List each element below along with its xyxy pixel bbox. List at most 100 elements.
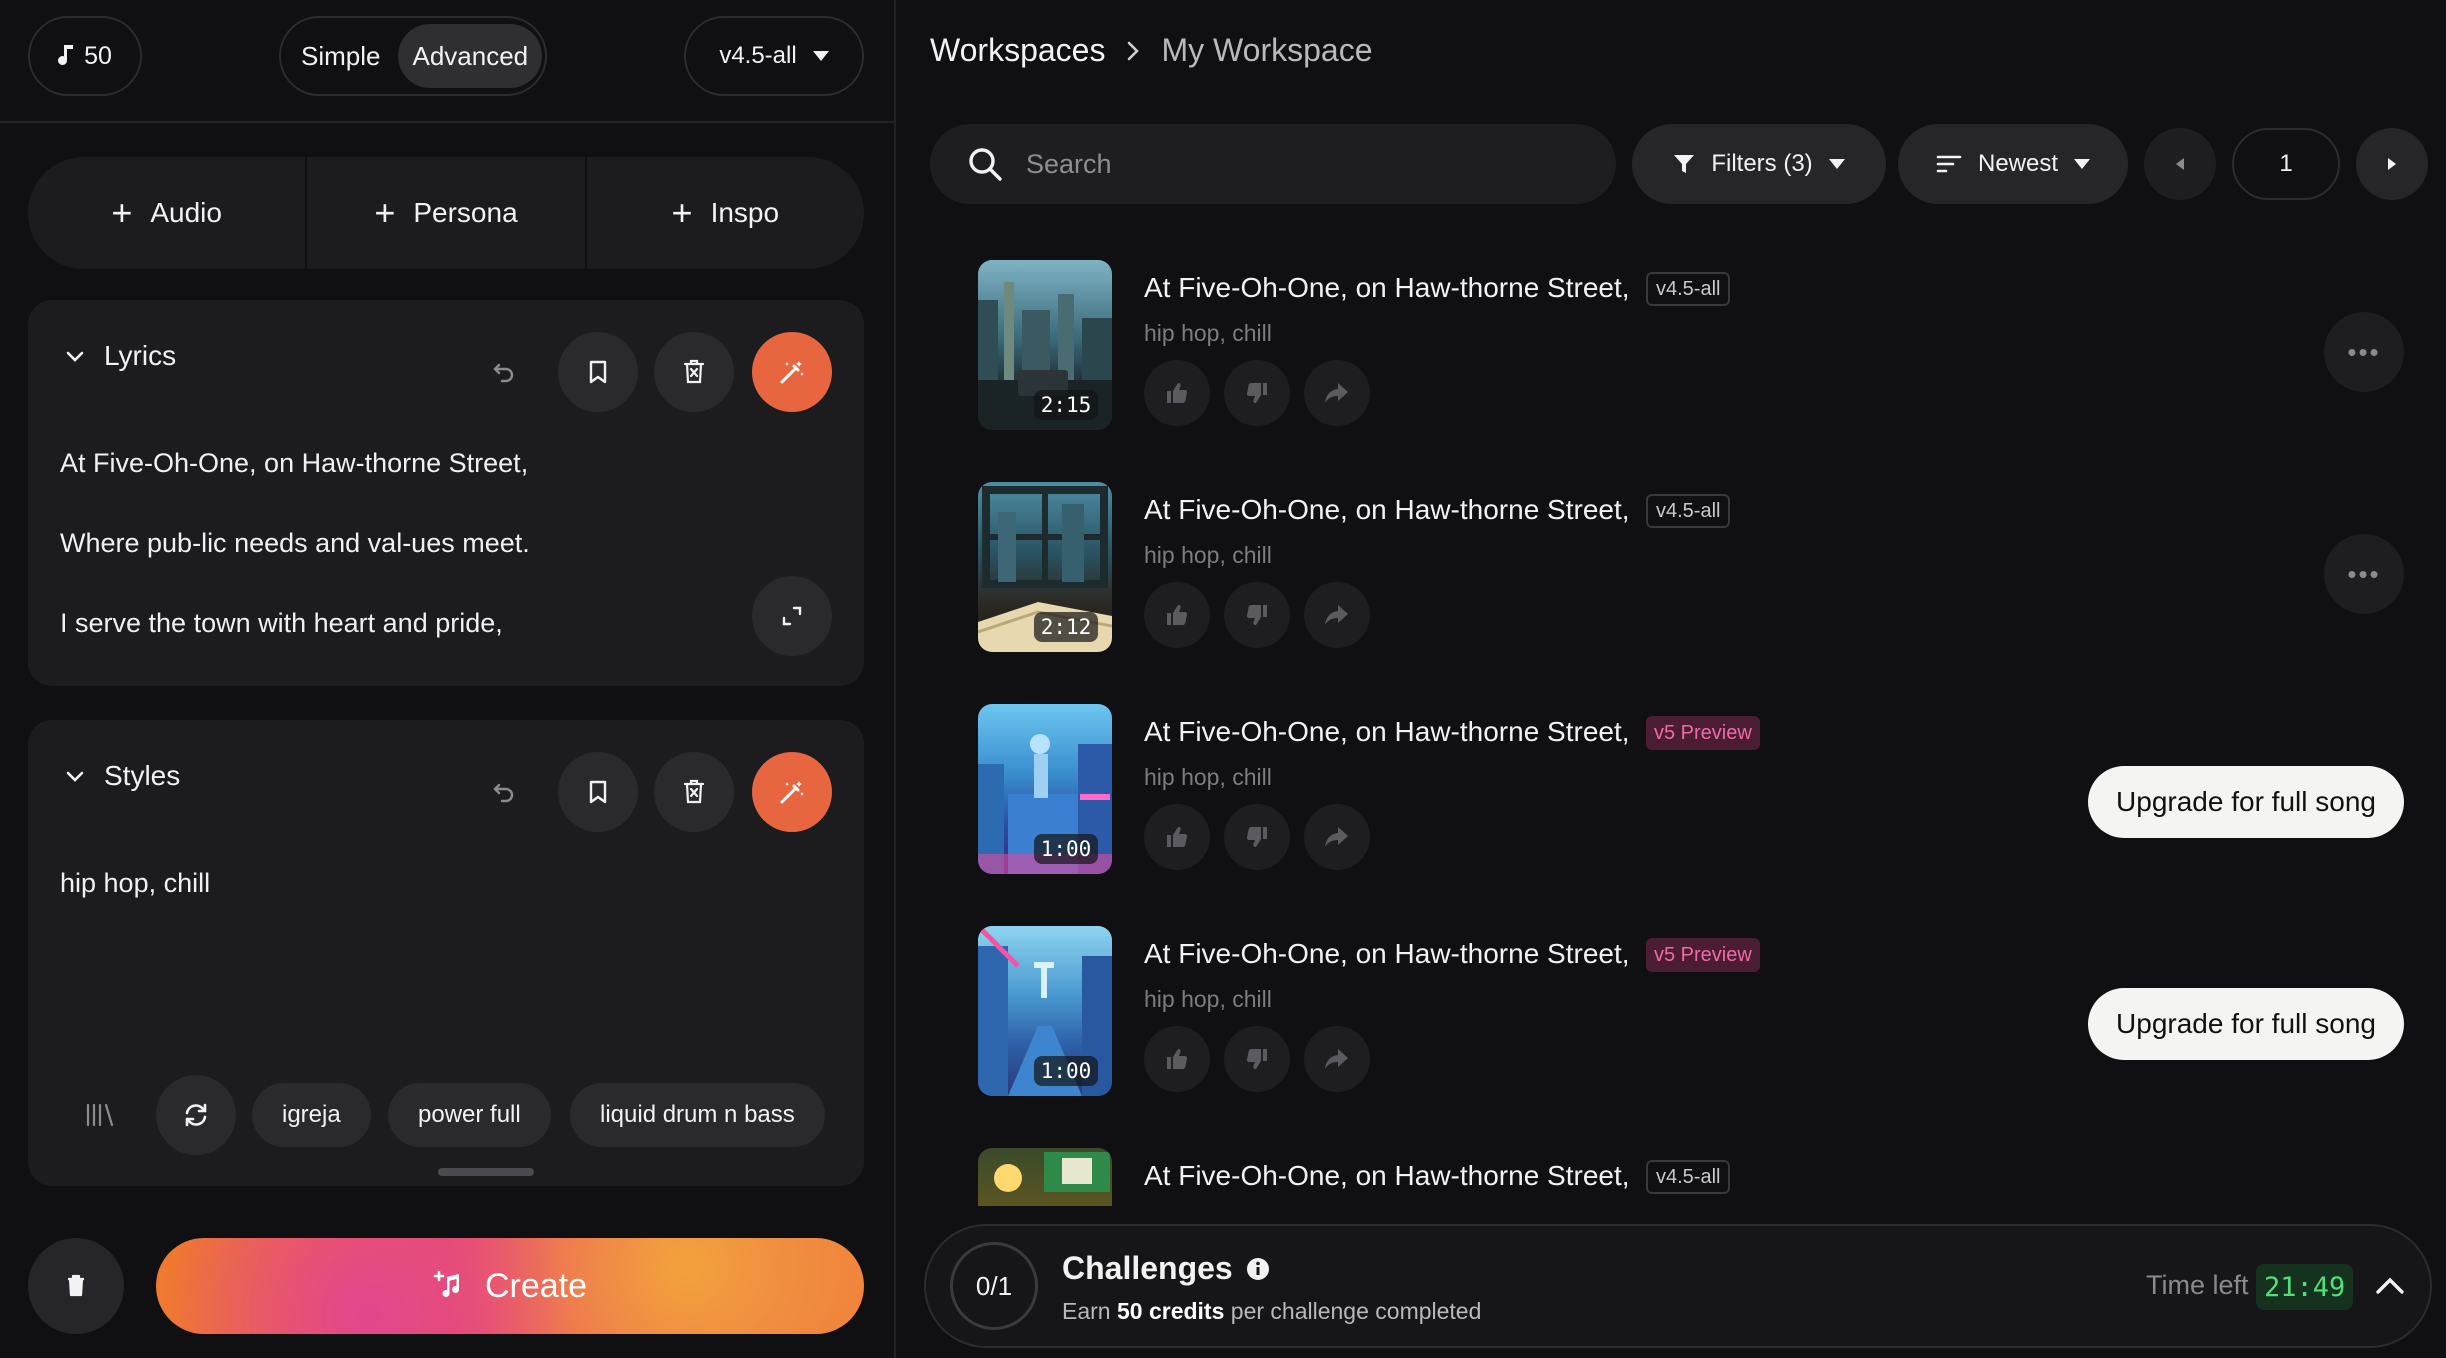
like-button[interactable] (1144, 582, 1210, 648)
song-cover[interactable] (978, 1148, 1112, 1206)
style-chip[interactable]: igreja (252, 1083, 371, 1147)
credits-button[interactable]: 50 (28, 16, 142, 96)
music-plus-icon (433, 1270, 459, 1297)
dislike-button[interactable] (1224, 360, 1290, 426)
clear-all-button[interactable] (28, 1238, 124, 1334)
song-title[interactable]: At Five-Oh-One, on Haw-thorne Street, (1144, 716, 1630, 748)
share-button[interactable] (1304, 1026, 1370, 1092)
song-cover[interactable]: 1:00 (978, 926, 1112, 1096)
breadcrumb-current: My Workspace (1161, 32, 1373, 68)
song-row[interactable]: 1:00 At Five-Oh-One, on Haw-thorne Stree… (898, 902, 2446, 1102)
clear-lyrics-button[interactable] (654, 332, 734, 412)
expand-lyrics-button[interactable] (752, 576, 832, 656)
magic-wand-icon (780, 361, 804, 384)
generate-styles-button[interactable] (752, 752, 832, 832)
challenges-subtitle: Earn 50 credits per challenge completed (1062, 1298, 1481, 1325)
generate-lyrics-button[interactable] (752, 332, 832, 412)
chevron-down-icon (66, 771, 84, 782)
upgrade-full-song-button[interactable]: Upgrade for full song (2088, 766, 2404, 838)
like-button[interactable] (1144, 1026, 1210, 1092)
refresh-styles-button[interactable] (156, 1075, 236, 1155)
plus-icon: + (111, 192, 133, 233)
challenges-sub-pre: Earn (1062, 1298, 1111, 1324)
song-cover[interactable]: 2:12 (978, 482, 1112, 652)
breadcrumb-workspaces[interactable]: Workspaces (930, 32, 1105, 69)
style-chip[interactable]: liquid drum n bass (570, 1083, 825, 1147)
chevron-up-icon[interactable] (2370, 1266, 2410, 1306)
next-page-button[interactable] (2356, 128, 2428, 200)
add-inspo-button[interactable]: + Inspo (587, 157, 864, 269)
lyrics-line[interactable]: I serve the town with heart and pride, (60, 608, 503, 639)
style-chip[interactable]: power full (388, 1083, 551, 1147)
song-row[interactable]: 1:00 At Five-Oh-One, on Haw-thorne Stree… (898, 680, 2446, 880)
upgrade-full-song-button[interactable]: Upgrade for full song (2088, 988, 2404, 1060)
song-version-tag: v4.5-all (1646, 272, 1731, 306)
resize-handle[interactable] (438, 1168, 534, 1176)
mode-advanced-tab[interactable]: Advanced (398, 24, 543, 88)
info-icon[interactable] (1245, 1256, 1271, 1282)
style-library-button[interactable] (64, 1083, 136, 1147)
challenges-bar[interactable]: 0/1 Challenges Earn 50 credits per chall… (924, 1224, 2432, 1348)
mode-simple-tab[interactable]: Simple (287, 24, 394, 88)
song-cover[interactable]: 2:15 (978, 260, 1112, 430)
styles-input[interactable]: hip hop, chill (60, 868, 210, 899)
add-audio-button[interactable]: + Audio (28, 157, 308, 269)
share-arrow-icon (1325, 605, 1348, 625)
music-note-icon (58, 43, 74, 69)
share-arrow-icon (1325, 383, 1348, 403)
lyrics-line[interactable]: At Five-Oh-One, on Haw-thorne Street, (60, 448, 528, 479)
more-dots-icon: ••• (2347, 336, 2381, 367)
model-version-label: v4.5-all (719, 42, 797, 69)
workspace-panel: Workspaces My Workspace Search Filters (… (898, 0, 2446, 1358)
styles-toggle[interactable]: Styles (64, 760, 180, 792)
song-row[interactable]: At Five-Oh-One, on Haw-thorne Street, v4… (898, 1124, 2446, 1206)
song-title[interactable]: At Five-Oh-One, on Haw-thorne Street, (1144, 494, 1630, 526)
add-options-bar: + Audio + Persona + Inspo (28, 157, 864, 269)
credits-count: 50 (84, 41, 112, 70)
like-button[interactable] (1144, 804, 1210, 870)
add-persona-button[interactable]: + Persona (307, 157, 587, 269)
filters-label: Filters (3) (1711, 150, 1813, 177)
create-button[interactable]: Create (156, 1238, 864, 1334)
page-number[interactable]: 1 (2232, 128, 2340, 200)
street-sign-artwork (994, 1152, 1110, 1192)
prev-page-button[interactable] (2144, 128, 2216, 200)
bookmark-button[interactable] (558, 332, 638, 412)
dislike-button[interactable] (1224, 804, 1290, 870)
song-version-tag: v4.5-all (1646, 494, 1731, 528)
filters-button[interactable]: Filters (3) (1632, 124, 1886, 204)
model-version-select[interactable]: v4.5-all (684, 16, 864, 96)
caret-down-icon (2074, 159, 2091, 169)
bookmark-button[interactable] (558, 752, 638, 832)
sort-button[interactable]: Newest (1898, 124, 2128, 204)
lyrics-line[interactable]: Where pub-lic needs and val-ues meet. (60, 528, 530, 559)
song-title[interactable]: At Five-Oh-One, on Haw-thorne Street, (1144, 1160, 1630, 1192)
song-row[interactable]: 2:12 At Five-Oh-One, on Haw-thorne Stree… (898, 458, 2446, 658)
lyrics-toggle[interactable]: Lyrics (64, 340, 176, 372)
clear-styles-button[interactable] (654, 752, 734, 832)
library-icon (86, 1103, 114, 1127)
song-duration: 1:00 (1034, 1056, 1098, 1086)
share-button[interactable] (1304, 360, 1370, 426)
dislike-button[interactable] (1224, 1026, 1290, 1092)
thumbs-down-icon (1246, 1049, 1267, 1069)
sort-label: Newest (1977, 150, 2059, 177)
caret-down-icon (1828, 159, 1845, 169)
share-button[interactable] (1304, 582, 1370, 648)
add-inspo-label: Inspo (710, 197, 780, 228)
trash-icon (683, 359, 705, 384)
dislike-button[interactable] (1224, 582, 1290, 648)
song-title[interactable]: At Five-Oh-One, on Haw-thorne Street, (1144, 272, 1630, 304)
song-styles: hip hop, chill (1144, 542, 1272, 568)
like-button[interactable] (1144, 360, 1210, 426)
share-button[interactable] (1304, 804, 1370, 870)
search-input[interactable]: Search (930, 124, 1616, 204)
more-options-button[interactable]: ••• (2324, 312, 2404, 392)
undo-button[interactable] (464, 332, 544, 412)
more-options-button[interactable]: ••• (2324, 534, 2404, 614)
song-title[interactable]: At Five-Oh-One, on Haw-thorne Street, (1144, 938, 1630, 970)
song-row[interactable]: 2:15 At Five-Oh-One, on Haw-thorne Stree… (898, 236, 2446, 436)
undo-button[interactable] (464, 752, 544, 832)
undo-icon (493, 783, 514, 803)
song-cover[interactable]: 1:00 (978, 704, 1112, 874)
